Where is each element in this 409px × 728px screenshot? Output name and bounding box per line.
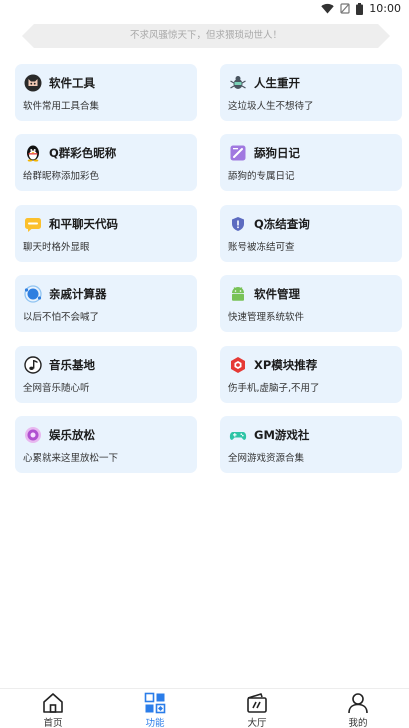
card-title: 和平聊天代码: [49, 217, 118, 231]
card-title: 软件工具: [49, 76, 95, 90]
card-software-management[interactable]: 软件管理 快速管理系统软件: [220, 275, 402, 332]
card-q-freeze-check[interactable]: Q冻结查询 账号被冻结可查: [220, 205, 402, 262]
nav-item-mine[interactable]: 我的: [328, 689, 388, 728]
card-software-tools[interactable]: 软件工具 软件常用工具合集: [15, 64, 197, 121]
card-desc: 全网游戏资源合集: [228, 453, 305, 464]
card-xp-module[interactable]: XP模块推荐 伤手机,虚脑子,不用了: [220, 346, 402, 403]
card-title: 音乐基地: [49, 358, 95, 372]
card-title: Q冻结查询: [254, 217, 310, 231]
music-note-icon: [24, 356, 42, 374]
card-desc: 心累就来这里放松一下: [23, 453, 119, 464]
status-icons: 10:00: [321, 2, 401, 15]
card-title: 人生重开: [254, 76, 300, 90]
card-desc: 伤手机,虚脑子,不用了: [228, 383, 320, 394]
card-desc: 账号被冻结可查: [228, 242, 295, 253]
card-title: 亲戚计算器: [49, 287, 107, 301]
status-bar: 10:00: [0, 0, 409, 18]
flower-icon: [25, 427, 41, 443]
card-relative-calculator[interactable]: 亲戚计算器 以后不怕不会喊了: [15, 275, 197, 332]
android-icon: [232, 287, 244, 301]
orbit-icon: [24, 285, 42, 303]
grid-icon: [144, 692, 166, 714]
bug-icon: [230, 76, 246, 89]
card-title: 软件管理: [254, 287, 300, 301]
card-peace-chat-code[interactable]: 和平聊天代码 聊天时格外显眼: [15, 205, 197, 262]
nav-label: 首页: [43, 718, 63, 728]
shield-icon: [232, 217, 244, 231]
nav-item-hall[interactable]: 大厅: [227, 689, 287, 728]
slogan-banner: 不求风骚惊天下，但求猥琐动世人！: [22, 24, 390, 48]
card-music-base[interactable]: 音乐基地 全网音乐随心听: [15, 346, 197, 403]
card-desc: 快速管理系统软件: [228, 312, 305, 323]
hexagon-icon: [231, 357, 245, 373]
card-qq-group-nickname[interactable]: Q群彩色昵称 给群昵称添加彩色: [15, 134, 197, 191]
card-gm-games[interactable]: GM游戏社 全网游戏资源合集: [220, 416, 402, 473]
card-desc: 这垃圾人生不想待了: [228, 101, 314, 112]
penguin-icon: [27, 145, 39, 162]
notebook-icon: [230, 145, 246, 161]
card-title: 娱乐放松: [49, 428, 95, 442]
slogan-text: 不求风骚惊天下，但求猥琐动世人！: [129, 30, 282, 41]
wifi-icon: [321, 3, 334, 14]
card-desc: 舔狗的专属日记: [228, 171, 295, 182]
battery-icon: [356, 2, 364, 15]
gamepad-icon: [229, 432, 247, 440]
chat-bubble-icon: [25, 218, 41, 232]
card-life-restart[interactable]: 人生重开 这垃圾人生不想待了: [220, 64, 402, 121]
card-desc: 以后不怕不会喊了: [23, 312, 100, 323]
card-diary[interactable]: 舔狗日记 舔狗的专属日记: [220, 134, 402, 191]
card-desc: 聊天时格外显眼: [23, 242, 90, 253]
user-icon: [348, 693, 368, 714]
card-title: 舔狗日记: [254, 146, 300, 160]
card-title: XP模块推荐: [254, 358, 318, 372]
card-entertainment[interactable]: 娱乐放松 心累就来这里放松一下: [15, 416, 197, 473]
card-title: Q群彩色昵称: [49, 146, 117, 160]
cat-icon: [24, 74, 42, 92]
hall-icon: [247, 693, 267, 713]
nav-item-features[interactable]: 功能: [125, 689, 185, 728]
no-signal-icon: [340, 3, 350, 14]
nav-item-home[interactable]: 首页: [23, 689, 83, 728]
nav-label: 大厅: [247, 718, 267, 728]
home-icon: [43, 693, 63, 713]
card-desc: 给群昵称添加彩色: [23, 171, 100, 182]
card-desc: 软件常用工具合集: [23, 101, 100, 112]
card-title: GM游戏社: [254, 428, 310, 442]
bottom-nav: 首页 功能 大厅 我的: [0, 688, 409, 728]
card-desc: 全网音乐随心听: [23, 383, 90, 394]
status-time: 10:00: [369, 2, 401, 15]
nav-label: 我的: [348, 718, 368, 728]
nav-label: 功能: [145, 718, 165, 728]
